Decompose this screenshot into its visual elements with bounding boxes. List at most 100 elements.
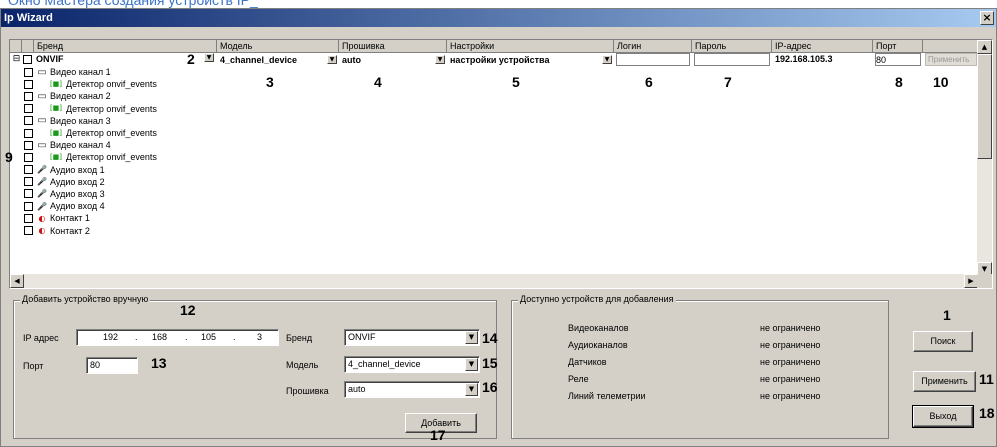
item-checkbox[interactable] [24, 201, 33, 211]
available-row-value: не ограничено [760, 340, 821, 350]
horizontal-scrollbar[interactable]: ◀ ▶ [10, 274, 978, 288]
ip-dot: . [135, 332, 138, 342]
column-header-port[interactable]: Порт [873, 40, 923, 53]
callout-1: 1 [943, 307, 951, 323]
callout-2: 2 [187, 51, 195, 67]
chevron-down-icon[interactable]: ▼ [465, 383, 478, 396]
item-checkbox[interactable] [24, 67, 33, 77]
item-checkbox[interactable] [24, 128, 33, 138]
callout-17: 17 [430, 427, 446, 443]
callout-16: 16 [482, 379, 498, 395]
scroll-right-icon[interactable]: ▶ [964, 274, 978, 288]
scroll-thumb[interactable] [977, 54, 992, 159]
available-row-label: Аудиоканалов [568, 340, 628, 350]
model-select[interactable]: 4_channel_device ▼ [344, 356, 480, 373]
ip-address-input[interactable]: 192 . 168 . 105 . 3 [76, 329, 279, 346]
contact-icon: ◐ [38, 226, 46, 236]
close-icon[interactable]: × [980, 11, 994, 25]
item-checkbox[interactable] [24, 140, 33, 150]
ip-octet-1: 192 [103, 332, 119, 342]
item-checkbox[interactable] [24, 213, 33, 223]
grid-header: Бренд Модель Прошивка Настройки Логин Па… [10, 40, 978, 53]
column-header-password[interactable]: Пароль [692, 40, 772, 53]
model-select-value: 4_channel_device [348, 359, 421, 369]
password-field[interactable] [694, 53, 770, 66]
callout-8: 8 [895, 74, 903, 90]
port-field[interactable]: 80 [875, 53, 921, 66]
item-checkbox[interactable] [24, 104, 33, 114]
tree-item-label: Видео канал 4 [50, 140, 111, 151]
model-dropdown-icon[interactable]: ▼ [327, 55, 337, 64]
tree-item[interactable]: ▭ Видео канал 3 [24, 115, 324, 127]
tree-item[interactable]: ▭ Видео канал 4 [24, 139, 324, 151]
tree-item[interactable]: [■] Детектор onvif_events [24, 103, 324, 115]
item-checkbox[interactable] [24, 189, 33, 199]
tree-item-label: Детектор onvif_events [66, 128, 157, 139]
tree-item[interactable]: 🎤 Аудио вход 1 [24, 164, 324, 176]
tree-item[interactable]: ◐ Контакт 1 [24, 212, 324, 224]
chevron-down-icon[interactable]: ▼ [465, 358, 478, 371]
column-header-settings[interactable]: Настройки [447, 40, 614, 53]
firmware-combo[interactable]: auto [341, 53, 445, 66]
available-row-label: Видеоканалов [568, 323, 629, 333]
available-row-value: не ограничено [760, 357, 821, 367]
login-field[interactable] [616, 53, 690, 66]
item-checkbox[interactable] [24, 226, 33, 236]
device-checkbox[interactable] [23, 55, 32, 64]
apply-button[interactable]: Применить [913, 371, 976, 392]
contact-icon: ◐ [38, 213, 46, 223]
available-devices-group: Доступно устройств для добавления Видеок… [511, 294, 889, 439]
tree-item[interactable]: [■] Детектор onvif_events [24, 127, 324, 139]
collapse-icon[interactable]: ⊟ [12, 55, 21, 64]
brand-dropdown-icon[interactable]: ▼ [204, 53, 214, 62]
vertical-scrollbar[interactable]: ▲ ▼ [977, 40, 992, 276]
detector-icon: [■] [49, 104, 63, 113]
column-header-model[interactable]: Модель [217, 40, 339, 53]
firmware-dropdown-icon[interactable]: ▼ [435, 55, 445, 64]
column-header-login[interactable]: Логин [614, 40, 692, 53]
chevron-down-icon[interactable]: ▼ [465, 331, 478, 344]
item-checkbox[interactable] [24, 152, 33, 162]
tree-item[interactable]: ▭ Видео канал 2 [24, 90, 324, 102]
item-checkbox[interactable] [24, 177, 33, 187]
exit-button[interactable]: Выход [912, 405, 974, 428]
ip-octet-2: 168 [152, 332, 168, 342]
callout-18: 18 [979, 405, 995, 421]
device-grid: Бренд Модель Прошивка Настройки Логин Па… [9, 39, 993, 289]
available-row-label: Реле [568, 374, 589, 384]
scroll-up-icon[interactable]: ▲ [977, 40, 992, 54]
row-apply-button[interactable]: Применить [925, 53, 977, 66]
brand-select[interactable]: ONVIF ▼ [344, 329, 480, 346]
tree-item[interactable]: [■] Детектор onvif_events [24, 78, 324, 90]
ip-address-value[interactable]: 192.168.105.3 [775, 53, 871, 66]
tree-item-label: Видео канал 2 [50, 91, 111, 102]
settings-dropdown-icon[interactable]: ▼ [602, 55, 612, 64]
column-header-firmware[interactable]: Прошивка [339, 40, 447, 53]
item-checkbox[interactable] [24, 165, 33, 175]
firmware-label: Прошивка [286, 386, 329, 396]
detector-icon: [■] [49, 152, 63, 161]
tree-item[interactable]: 🎤 Аудио вход 2 [24, 176, 324, 188]
device-tree: ▭ Видео канал 1 [■] Детектор onvif_events ▭ В… [24, 66, 324, 237]
column-header-ip[interactable]: IP-адрес [772, 40, 873, 53]
microphone-icon: 🎤 [37, 165, 47, 175]
tree-item[interactable]: ▭ Видео канал 1 [24, 66, 324, 78]
tree-item[interactable]: [■] Детектор onvif_events [24, 151, 324, 163]
tree-item[interactable]: 🎤 Аудио вход 3 [24, 188, 324, 200]
item-checkbox[interactable] [24, 91, 33, 101]
port-label: Порт [23, 361, 44, 371]
model-combo[interactable]: 4_channel_device [219, 53, 337, 66]
settings-combo[interactable]: настройки устройства [449, 53, 612, 66]
ip-octet-3: 105 [201, 332, 217, 342]
search-button[interactable]: Поиск [913, 331, 973, 352]
port-input[interactable]: 80 [86, 357, 138, 374]
item-checkbox[interactable] [24, 116, 33, 126]
tree-item[interactable]: 🎤 Аудио вход 4 [24, 200, 324, 212]
item-checkbox[interactable] [24, 79, 33, 89]
tree-item[interactable]: ◐ Контакт 2 [24, 224, 324, 236]
available-row-value: не ограничено [760, 323, 821, 333]
firmware-select[interactable]: auto ▼ [344, 381, 480, 398]
scroll-left-icon[interactable]: ◀ [10, 274, 24, 288]
microphone-icon: 🎤 [37, 201, 47, 211]
tree-item-label: Контакт 2 [50, 225, 90, 236]
